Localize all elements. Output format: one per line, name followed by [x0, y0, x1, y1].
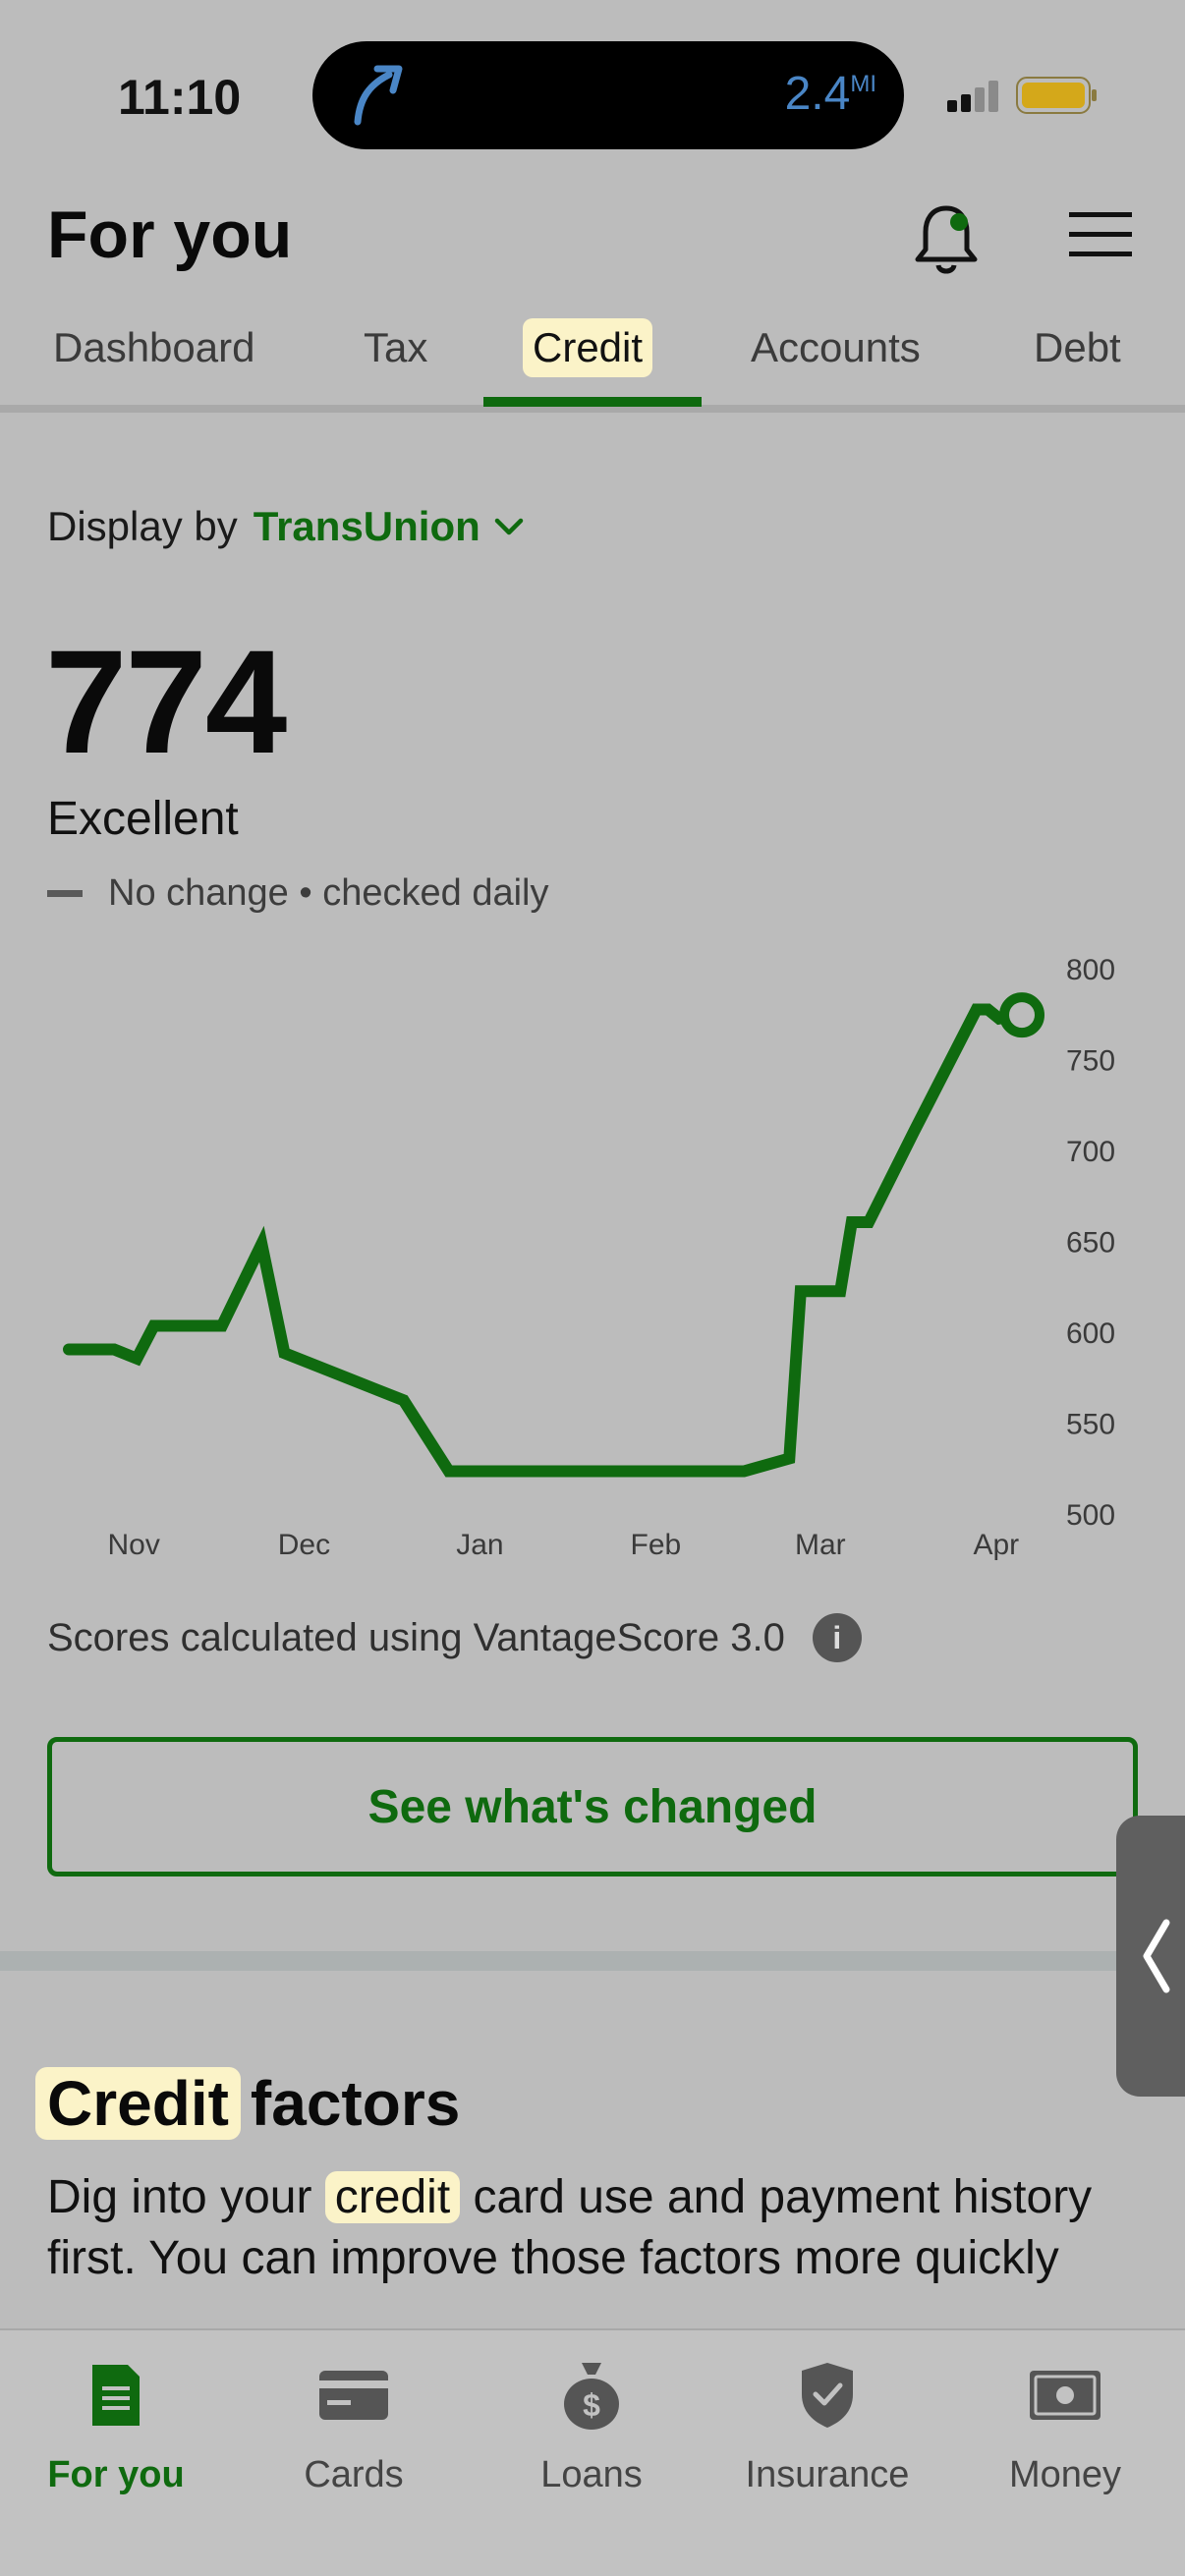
- score-rating: Excellent: [47, 793, 239, 845]
- nav-for-you[interactable]: For you: [0, 2350, 234, 2496]
- banknote-icon: [1030, 2371, 1100, 2420]
- factors-title-rest: factors: [250, 2068, 461, 2139]
- y-tick-label: 600: [1066, 1317, 1115, 1350]
- nav-label: Cards: [304, 2454, 404, 2495]
- nav-label: Insurance: [745, 2454, 910, 2495]
- credit-score-value: 774: [45, 619, 287, 784]
- document-icon: [92, 2365, 140, 2426]
- bureau-name: TransUnion: [253, 503, 480, 549]
- body-highlight: credit: [324, 2171, 461, 2223]
- tab-tax[interactable]: Tax: [354, 318, 437, 377]
- x-tick-label: Nov: [108, 1529, 160, 1561]
- y-tick-label: 550: [1066, 1409, 1115, 1441]
- tab-accounts[interactable]: Accounts: [741, 318, 931, 377]
- active-tab-indicator: [483, 397, 702, 407]
- tab-credit[interactable]: Credit: [523, 318, 653, 377]
- nav-money[interactable]: Money: [947, 2350, 1183, 2496]
- status-bar: 11:10 2.4MI: [0, 0, 1185, 187]
- money-bag-icon: $: [564, 2363, 619, 2430]
- category-tabs: Dashboard Tax Credit Accounts Debt: [0, 305, 1185, 413]
- scores-note-text: Scores calculated using VantageScore 3.0: [47, 1615, 785, 1659]
- credit-factors-heading: Credit factors: [35, 2067, 460, 2140]
- y-tick-label: 500: [1066, 1499, 1115, 1532]
- dynamic-island-navigation[interactable]: 2.4MI: [312, 41, 904, 149]
- cell-signal-icon: [947, 81, 998, 112]
- bottom-navigation: For you Cards $ Loans Insurance Money: [0, 2328, 1185, 2576]
- navigation-distance: 2.4MI: [784, 68, 876, 120]
- nav-label: Money: [1008, 2454, 1122, 2495]
- chevron-down-icon: [494, 518, 524, 535]
- shield-check-icon: [802, 2363, 853, 2428]
- current-score-marker: [999, 992, 1044, 1038]
- x-tick-label: Dec: [278, 1529, 330, 1561]
- notification-bell-icon[interactable]: [912, 198, 981, 277]
- status-time: 11:10: [118, 70, 242, 125]
- credit-factors-description: Dig into your credit card use and paymen…: [47, 2171, 1093, 2284]
- y-tick-label: 700: [1066, 1136, 1115, 1168]
- y-tick-label: 800: [1066, 954, 1115, 986]
- navigation-arrow-icon: [354, 65, 403, 126]
- app-header: For you: [0, 187, 1185, 305]
- y-tick-label: 650: [1066, 1227, 1115, 1260]
- x-tick-label: Apr: [973, 1529, 1019, 1561]
- x-tick-label: Jan: [456, 1529, 503, 1561]
- score-history-line: [63, 1003, 1028, 1478]
- nav-label: For you: [47, 2454, 185, 2495]
- no-change-dash-icon: [47, 890, 83, 897]
- score-change-text: No change • checked daily: [108, 872, 549, 914]
- hamburger-menu-icon[interactable]: [1065, 204, 1136, 263]
- nav-loans[interactable]: $ Loans: [474, 2350, 709, 2496]
- factors-title-highlight: Credit: [35, 2067, 241, 2140]
- x-tick-label: Feb: [631, 1529, 682, 1561]
- svg-text:$: $: [583, 2387, 600, 2423]
- x-tick-label: Mar: [795, 1529, 846, 1561]
- nav-cards[interactable]: Cards: [236, 2350, 472, 2496]
- display-by-row: Display by TransUnion: [47, 503, 524, 550]
- see-whats-changed-button[interactable]: See what's changed: [47, 1737, 1138, 1876]
- side-drawer-handle[interactable]: [1116, 1816, 1185, 2097]
- y-tick-label: 750: [1066, 1045, 1115, 1078]
- page-title: For you: [47, 197, 293, 272]
- card-icon: [319, 2371, 388, 2420]
- battery-icon: [1016, 77, 1097, 114]
- tab-debt[interactable]: Debt: [1024, 318, 1131, 377]
- scores-note-row: Scores calculated using VantageScore 3.0…: [47, 1613, 862, 1662]
- score-change-status: No change • checked daily: [47, 872, 548, 915]
- tab-dashboard[interactable]: Dashboard: [43, 318, 264, 377]
- nav-insurance[interactable]: Insurance: [709, 2350, 945, 2496]
- info-icon[interactable]: i: [812, 1613, 862, 1662]
- chevron-left-icon: [1143, 1919, 1170, 1993]
- nav-label: Loans: [540, 2454, 643, 2495]
- section-divider: [0, 1951, 1185, 1971]
- credit-score-chart[interactable]: 800 750 700 650 600 550 500 Nov Dec Jan Feb Mar Apr: [0, 943, 1185, 1572]
- bureau-selector[interactable]: TransUnion: [254, 503, 524, 550]
- display-by-label: Display by: [47, 503, 238, 549]
